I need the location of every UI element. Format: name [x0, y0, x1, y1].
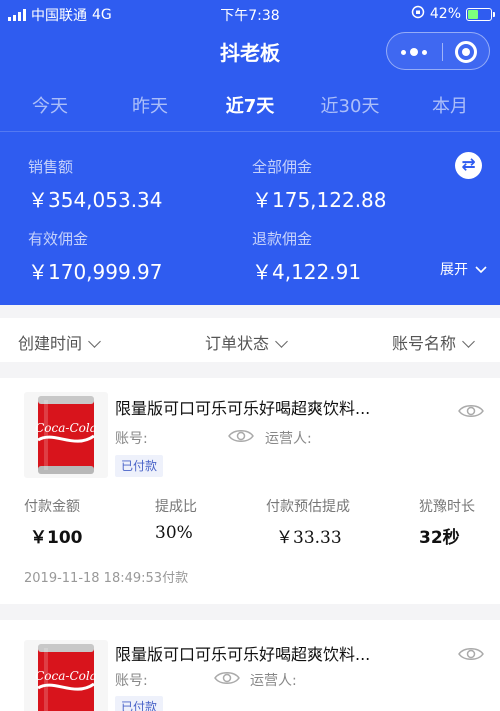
operator-label: 运营人:	[265, 431, 312, 447]
filter-order-status[interactable]: 订单状态	[205, 330, 288, 354]
capsule-divider	[442, 43, 443, 61]
miniapp-capsule	[386, 32, 490, 70]
eye-icon[interactable]	[458, 646, 484, 662]
chevron-down-icon	[88, 335, 101, 348]
expand-label: 展开	[440, 262, 468, 278]
estimated-commission-label: 付款预估提成	[266, 499, 350, 515]
tab-last-7-days[interactable]: 近7天	[200, 92, 300, 118]
product-image-coke-can: Coca-Cola	[24, 392, 108, 478]
valid-commission-value: ￥170,999.97	[28, 260, 163, 284]
filter-label: 账号名称	[392, 334, 457, 353]
tabs-divider	[0, 131, 500, 132]
title-bar: 抖老板	[0, 28, 500, 72]
swap-icon[interactable]: ⇄	[455, 152, 482, 179]
account-label: 账号:	[115, 673, 148, 689]
order-card[interactable]: Coca-Cola 限量版可口可乐可乐好喝超爽饮料... 账号: 运营人: 已付…	[0, 620, 500, 711]
order-card[interactable]: Coca-Cola 限量版可口可乐可乐好喝超爽饮料... 账号: 运营人: 已付…	[0, 378, 500, 604]
tab-this-month[interactable]: 本月	[400, 92, 500, 118]
commission-rate-value: 30%	[155, 523, 193, 543]
commission-value: ￥175,122.88	[252, 188, 387, 212]
header-panel: 中国联通 4G 下午7:38 42% 抖老板 今天 昨天 近7天 近30天 本月	[0, 0, 500, 305]
rotation-lock-icon	[411, 5, 425, 23]
battery-percent: 42%	[429, 6, 461, 22]
account-label: 账号:	[115, 431, 148, 447]
sales-value: ￥354,053.34	[28, 188, 163, 212]
clock: 下午7:38	[220, 8, 280, 24]
filter-bar: 创建时间 订单状态 账号名称	[0, 318, 500, 362]
estimated-commission-value: ￥33.33	[276, 528, 342, 548]
tab-last-30-days[interactable]: 近30天	[300, 92, 400, 118]
more-menu-icon[interactable]	[401, 42, 441, 62]
filter-label: 创建时间	[18, 334, 83, 353]
tab-today[interactable]: 今天	[0, 92, 100, 118]
expand-button[interactable]: 展开	[440, 259, 488, 279]
chevron-down-icon	[475, 266, 488, 274]
hesitation-time-label: 犹豫时长	[419, 499, 475, 515]
sales-label: 销售额	[28, 158, 74, 176]
eye-icon[interactable]	[228, 428, 254, 444]
product-image-coke-can: Coca-Cola	[24, 640, 108, 711]
status-badge: 已付款	[115, 696, 164, 711]
chevron-down-icon	[275, 335, 288, 348]
commission-label: 全部佣金	[252, 158, 313, 176]
refund-commission-label: 退款佣金	[252, 230, 313, 248]
refund-commission-value: ￥4,122.91	[252, 260, 362, 284]
chevron-down-icon	[462, 335, 475, 348]
eye-icon[interactable]	[214, 670, 240, 686]
product-title: 限量版可口可乐可乐好喝超爽饮料...	[115, 399, 371, 418]
filter-created-time[interactable]: 创建时间	[18, 330, 101, 354]
payment-amount-value: ￥100	[30, 528, 83, 548]
status-badge: 已付款	[115, 455, 164, 477]
filter-account-name[interactable]: 账号名称	[392, 330, 475, 354]
commission-rate-label: 提成比	[155, 499, 197, 515]
payment-date: 2019-11-18 18:49:53付款	[24, 571, 189, 586]
battery-icon	[466, 7, 495, 21]
operator-label: 运营人:	[250, 673, 297, 689]
eye-icon[interactable]	[458, 403, 484, 419]
hesitation-time-value: 32秒	[419, 528, 460, 548]
date-range-tabs: 今天 昨天 近7天 近30天 本月	[0, 82, 500, 126]
status-bar: 中国联通 4G 下午7:38 42%	[0, 0, 500, 28]
product-title: 限量版可口可乐可乐好喝超爽饮料...	[115, 645, 371, 664]
payment-amount-label: 付款金额	[24, 499, 80, 515]
filter-label: 订单状态	[205, 334, 270, 353]
valid-commission-label: 有效佣金	[28, 230, 89, 248]
tab-yesterday[interactable]: 昨天	[100, 92, 200, 118]
close-miniapp-icon[interactable]	[455, 41, 477, 63]
